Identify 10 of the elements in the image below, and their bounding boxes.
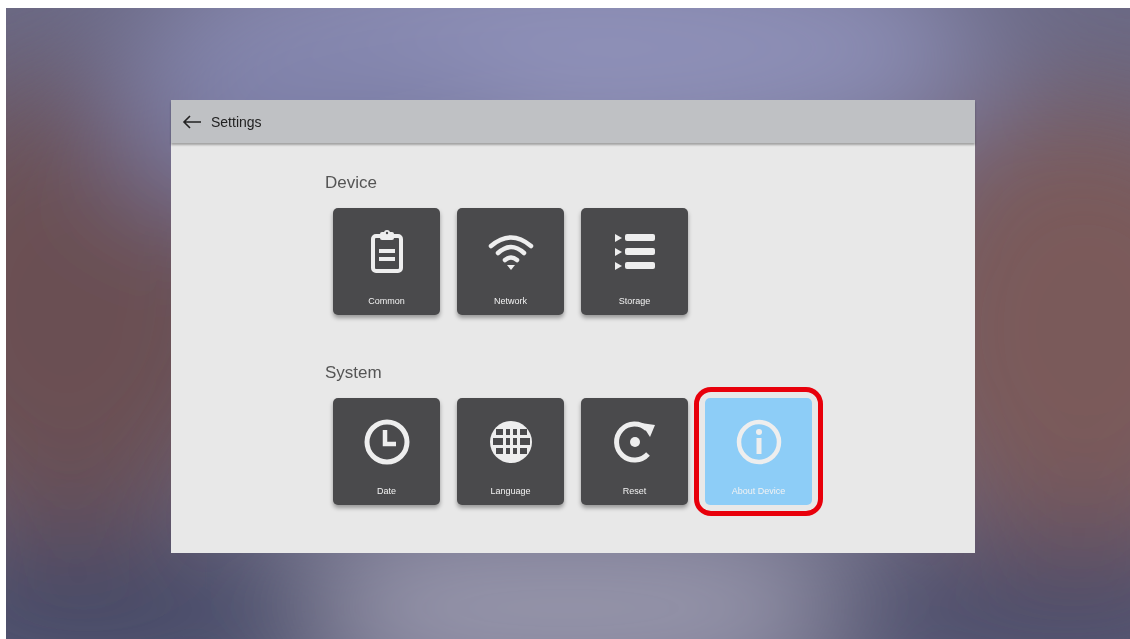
page-title: Settings (211, 113, 262, 130)
settings-tile[interactable]: Network (457, 208, 564, 315)
settings-tile[interactable]: Language (457, 398, 564, 505)
section-heading: System (325, 363, 383, 383)
settings-tile[interactable]: Common (333, 208, 440, 315)
back-arrow-icon[interactable] (182, 114, 202, 129)
settings-tile[interactable]: Storage (581, 208, 688, 315)
settings-tile[interactable]: Reset (581, 398, 688, 505)
settings-tile[interactable]: Date (333, 398, 440, 505)
section-heading: Device (325, 173, 378, 193)
